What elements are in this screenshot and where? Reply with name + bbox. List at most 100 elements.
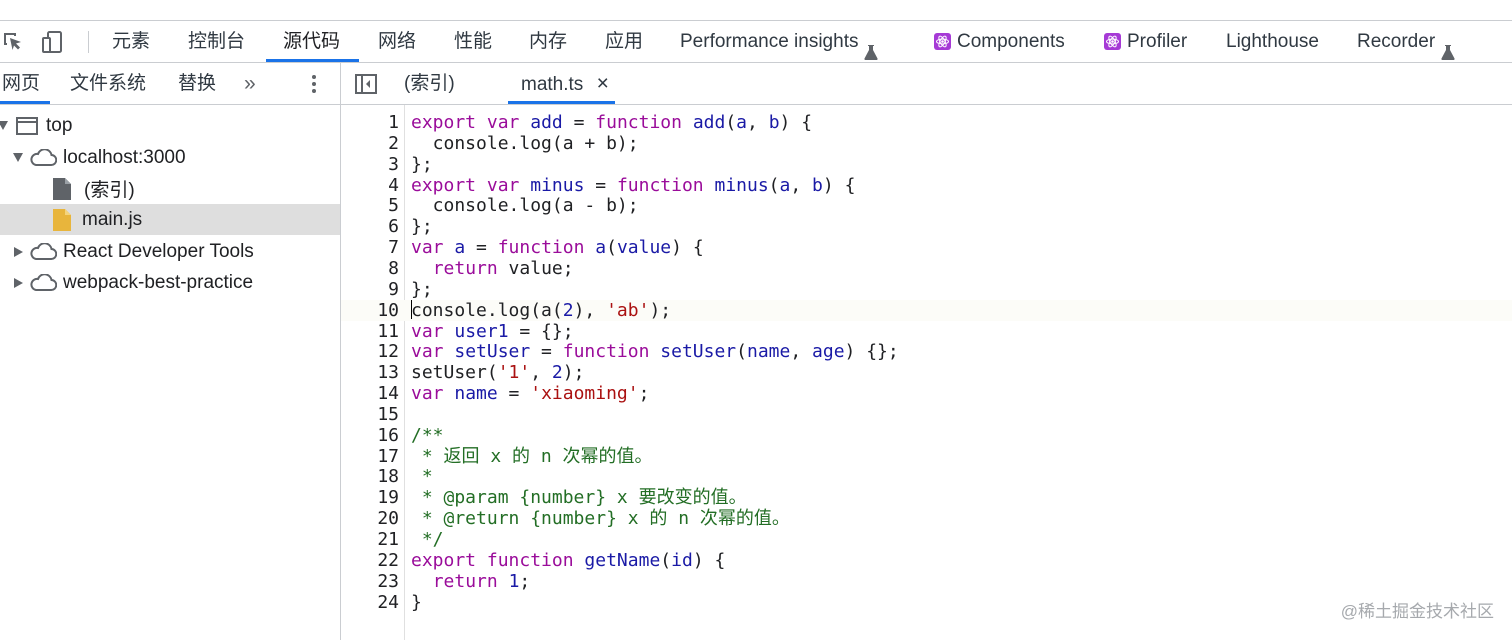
line-number[interactable]: 12 [341, 341, 399, 362]
tree-item-label: React Developer Tools [63, 240, 254, 262]
line-number[interactable]: 15 [341, 404, 399, 425]
tab-elements[interactable]: 元素 [112, 21, 150, 62]
line-number[interactable]: 10 [341, 300, 399, 321]
collapse-arrow-icon[interactable] [14, 246, 23, 257]
inspect-element-icon[interactable] [0, 29, 26, 55]
line-number[interactable]: 19 [341, 487, 399, 508]
code-text: } [411, 591, 422, 613]
navigator-tab-page[interactable]: 网页 [2, 63, 40, 104]
code-text: export var add = function add(a, b) { [411, 112, 813, 133]
editor-tab-index[interactable]: (索引) [404, 63, 455, 104]
code-line[interactable]: 19 * @param {number} x 要改变的值。 [341, 487, 1512, 508]
code-line[interactable]: 1 export var add = function add(a, b) { [341, 112, 1512, 133]
code-line[interactable]: 11 var user1 = {}; [341, 321, 1512, 342]
tree-item-index[interactable]: (索引) [0, 173, 340, 204]
code-text: var a = function a(value) { [411, 237, 704, 259]
code-line[interactable]: 23 return 1; [341, 571, 1512, 592]
expand-arrow-icon[interactable] [13, 153, 23, 162]
line-number[interactable]: 11 [341, 321, 399, 342]
editor-tab-math-ts[interactable]: math.ts × [521, 63, 609, 104]
tab-label: 文件系统 [70, 73, 147, 94]
line-number[interactable]: 4 [341, 175, 399, 196]
line-number[interactable]: 14 [341, 383, 399, 404]
tab-profiler[interactable]: Profiler [1104, 21, 1187, 62]
code-line[interactable]: 24} [341, 592, 1512, 613]
navigator-tab-filesystem[interactable]: 文件系统 [70, 63, 146, 104]
code-text: var user1 = {}; [411, 320, 574, 342]
line-number[interactable]: 24 [341, 592, 399, 613]
tab-memory[interactable]: 内存 [529, 21, 567, 62]
tree-item-main-js[interactable]: main.js [0, 204, 340, 235]
code-line[interactable]: 20 * @return {number} x 的 n 次幂的值。 [341, 508, 1512, 529]
tab-recorder[interactable]: Recorder [1357, 21, 1455, 62]
code-line[interactable]: 18 * [341, 466, 1512, 487]
collapse-arrow-icon[interactable] [14, 277, 23, 288]
code-line[interactable]: 16 /** [341, 425, 1512, 446]
more-tabs-chevron-icon: » [244, 72, 256, 95]
code-line[interactable]: 17 * 返回 x 的 n 次幂的值。 [341, 446, 1512, 467]
cloud-icon [29, 148, 57, 167]
code-line[interactable]: 21 */ [341, 529, 1512, 550]
line-number[interactable]: 7 [341, 237, 399, 258]
line-number[interactable]: 17 [341, 446, 399, 467]
line-number[interactable]: 8 [341, 258, 399, 279]
code-editor[interactable]: 1 export var add = function add(a, b) {2 … [341, 105, 1512, 640]
code-line[interactable]: 7 var a = function a(value) { [341, 237, 1512, 258]
code-line[interactable]: 4 export var minus = function minus(a, b)… [341, 175, 1512, 196]
code-line[interactable]: 2 console.log(a + b); [341, 133, 1512, 154]
code-text: console.log(a - b); [411, 195, 639, 217]
code-line[interactable]: 5 console.log(a - b); [341, 195, 1512, 216]
code-line[interactable]: 10 console.log(a(2), 'ab'); [341, 299, 1512, 321]
line-number[interactable]: 16 [341, 425, 399, 446]
code-line[interactable]: 8 return value; [341, 258, 1512, 279]
line-number[interactable]: 3 [341, 154, 399, 175]
tab-label: 内存 [529, 31, 568, 52]
navigator-tab-overrides[interactable]: 替换 [178, 63, 216, 104]
line-number[interactable]: 5 [341, 195, 399, 216]
sources-toolbar: 网页 文件系统 替换 » (索引) math.ts × [0, 63, 1512, 105]
active-navigator-tab-indicator [0, 101, 50, 104]
line-number[interactable]: 20 [341, 508, 399, 529]
code-line[interactable]: 15 [341, 404, 1512, 425]
line-number[interactable]: 9 [341, 279, 399, 300]
code-line[interactable]: 9}; [341, 279, 1512, 300]
close-icon[interactable]: × [597, 72, 609, 95]
tree-item-webpack[interactable]: webpack-best-practice [0, 267, 340, 298]
line-number[interactable]: 2 [341, 133, 399, 154]
tab-sources[interactable]: 源代码 [283, 21, 340, 62]
tab-label: Profiler [1127, 31, 1188, 52]
tab-performance-insights[interactable]: Performance insights [680, 21, 879, 62]
line-number[interactable]: 21 [341, 529, 399, 550]
code-line[interactable]: 3}; [341, 154, 1512, 175]
tab-application[interactable]: 应用 [605, 21, 643, 62]
code-line[interactable]: 13 setUser('1', 2); [341, 362, 1512, 383]
line-number[interactable]: 18 [341, 466, 399, 487]
react-icon [934, 33, 951, 50]
tree-item-localhost[interactable]: localhost:3000 [0, 142, 340, 173]
more-tabs-button[interactable]: » [244, 63, 256, 104]
tree-item-react-devtools[interactable]: React Developer Tools [0, 236, 340, 267]
code-line[interactable]: 14 var name = 'xiaoming'; [341, 383, 1512, 404]
tab-performance[interactable]: 性能 [454, 21, 492, 62]
device-toolbar-icon[interactable] [40, 29, 66, 55]
tab-label: Recorder [1357, 31, 1436, 52]
tree-item-top[interactable]: top [0, 110, 340, 141]
line-number[interactable]: 6 [341, 216, 399, 237]
code-line[interactable]: 6}; [341, 216, 1512, 237]
line-number[interactable]: 22 [341, 550, 399, 571]
expand-arrow-icon[interactable] [0, 121, 8, 130]
kebab-menu-icon[interactable] [308, 74, 320, 94]
line-number[interactable]: 13 [341, 362, 399, 383]
code-line[interactable]: 12 var setUser = function setUser(name, a… [341, 341, 1512, 362]
tab-label: 元素 [112, 31, 151, 52]
toggle-navigator-icon[interactable] [354, 72, 378, 96]
line-number[interactable]: 23 [341, 571, 399, 592]
tab-console[interactable]: 控制台 [188, 21, 245, 62]
code-line[interactable]: 22 export function getName(id) { [341, 550, 1512, 571]
tab-network[interactable]: 网络 [378, 21, 416, 62]
tab-label: 替换 [178, 73, 217, 94]
tab-components[interactable]: Components [934, 21, 1065, 62]
tab-lighthouse[interactable]: Lighthouse [1226, 21, 1319, 62]
tab-label: Components [957, 31, 1065, 52]
line-number[interactable]: 1 [341, 112, 399, 133]
